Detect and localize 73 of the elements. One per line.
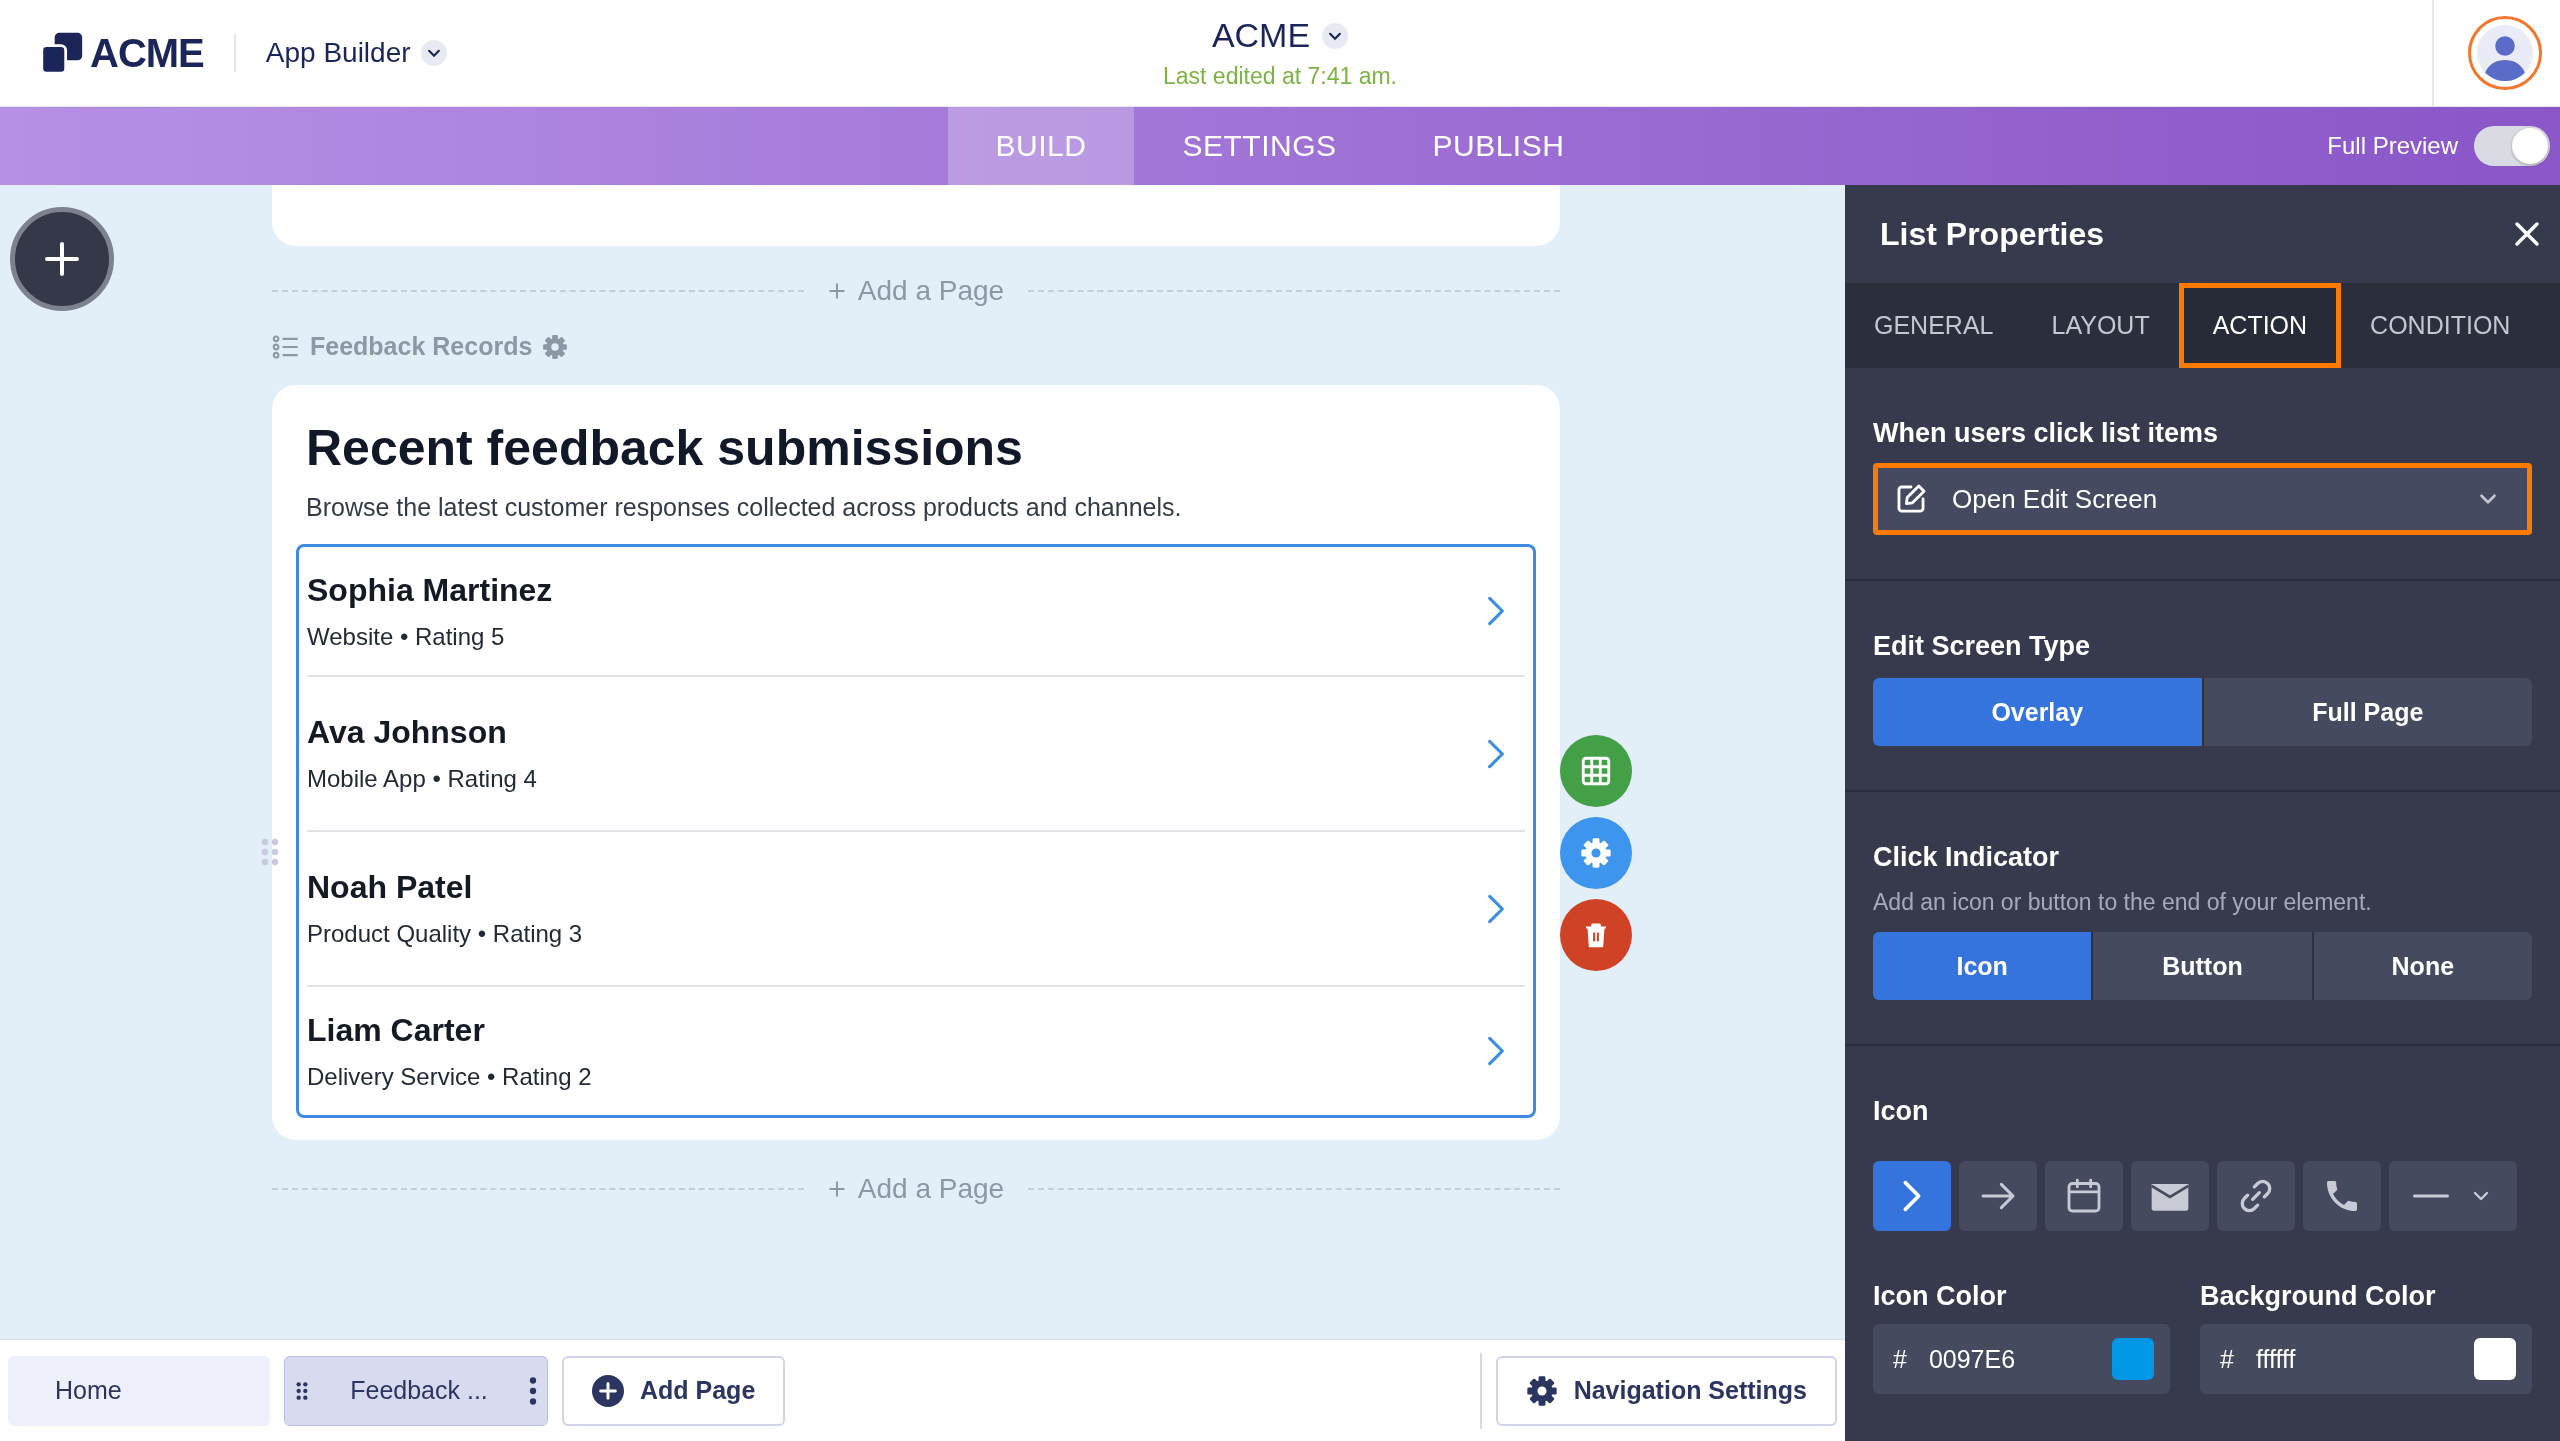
list-item[interactable]: Ava Johnson Mobile App • Rating 4 [307, 675, 1525, 830]
color-swatch[interactable] [2474, 1338, 2516, 1380]
icon-option[interactable] [2131, 1161, 2209, 1231]
page-tab[interactable]: Home [8, 1355, 270, 1426]
segment-option[interactable]: Icon [1873, 932, 2092, 1000]
plus-circle-icon [592, 1374, 624, 1407]
segment-option[interactable]: Button [2093, 932, 2312, 1000]
card-title: Recent feedback submissions [306, 419, 1024, 477]
full-preview-label: Full Preview [2327, 132, 2458, 160]
field-label: Click Indicator [1873, 842, 2061, 873]
background-color-field[interactable]: # ffffff [2200, 1324, 2532, 1394]
settings-icon [1525, 1374, 1558, 1407]
caret-down-icon [420, 40, 447, 66]
navigation-settings-button[interactable]: Navigation Settings [1495, 1355, 1837, 1426]
field-label: When users click list items [1873, 418, 2220, 449]
field-label: Edit Screen Type [1873, 631, 2092, 662]
nav-tab[interactable]: SETTINGS [1134, 107, 1385, 185]
grid-icon [1579, 754, 1613, 788]
dash-icon [2413, 1192, 2449, 1200]
field-label: Icon Color [1873, 1281, 2008, 1312]
icon-color-field[interactable]: # 0097E6 [1873, 1324, 2170, 1394]
close-icon[interactable] [2512, 219, 2542, 249]
list-item[interactable]: Liam Carter Delivery Service • Rating 2 [307, 985, 1525, 1115]
caret-down-icon [1322, 22, 1349, 49]
icon-option[interactable] [2045, 1161, 2123, 1231]
color-swatch[interactable] [2112, 1338, 2154, 1380]
list-item[interactable]: Noah Patel Product Quality • Rating 3 [307, 830, 1525, 985]
full-preview-toggle[interactable] [2474, 126, 2550, 166]
panel-tab[interactable]: LAYOUT [2022, 283, 2179, 368]
plus-icon [827, 1180, 846, 1198]
acme-logo: ACME [40, 30, 204, 76]
icon-option[interactable] [2303, 1161, 2381, 1231]
card-description: Browse the latest customer responses collected across products and channels. [306, 493, 1183, 522]
logo-mark-icon [40, 31, 84, 75]
segment-option[interactable]: None [2313, 932, 2532, 1000]
field-description: Add an icon or button to the end of your element. [1873, 889, 2373, 916]
field-label: Background Color [2200, 1281, 2437, 1312]
icon-option[interactable] [1959, 1161, 2037, 1231]
kebab-menu-icon[interactable] [529, 1376, 537, 1405]
item-detail: Mobile App • Rating 4 [307, 765, 537, 793]
plus-icon [827, 282, 846, 300]
user-avatar[interactable] [2468, 16, 2542, 90]
nav-tab[interactable]: PUBLISH [1384, 107, 1613, 185]
icon-option[interactable] [2217, 1161, 2295, 1231]
person-silhouette-icon [2477, 25, 2533, 81]
item-detail: Website • Rating 5 [307, 622, 506, 651]
add-page-button[interactable]: Add Page [562, 1355, 786, 1426]
panel-tab[interactable]: CONDITION [2341, 283, 2540, 368]
icon-option[interactable] [1873, 1161, 1951, 1231]
app-title-menu[interactable]: ACME [1211, 16, 1349, 55]
list-name-label: Feedback Records [310, 332, 533, 361]
drag-handle-icon [260, 837, 280, 867]
item-name: Sophia Martinez [307, 571, 553, 609]
panel-tab[interactable]: ACTION [2178, 283, 2342, 368]
segment-option[interactable]: Overlay [1873, 678, 2202, 746]
app-builder-menu[interactable]: App Builder [265, 37, 447, 69]
page-tab[interactable]: Feedback ... [284, 1355, 548, 1426]
item-name: Noah Patel [307, 869, 474, 906]
panel-title: List Properties [1880, 215, 2105, 253]
field-label: Icon [1873, 1096, 1930, 1127]
drag-handle-icon [295, 1380, 309, 1401]
settings-icon [542, 333, 569, 360]
panel-tab[interactable]: GENERAL [1845, 283, 2023, 368]
item-name: Ava Johnson [307, 714, 508, 751]
item-detail: Product Quality • Rating 3 [307, 920, 583, 948]
list-item[interactable]: Sophia Martinez Website • Rating 5 [307, 547, 1525, 675]
item-name: Liam Carter [307, 1011, 486, 1049]
segment-option[interactable]: Full Page [2203, 678, 2532, 746]
last-edited-text: Last edited at 7:41 am. [1163, 63, 1397, 90]
item-detail: Delivery Service • Rating 2 [307, 1062, 592, 1091]
action-dropdown[interactable]: Open Edit Screen [1873, 463, 2532, 535]
plus-icon [42, 239, 82, 279]
settings-icon [1580, 837, 1612, 869]
